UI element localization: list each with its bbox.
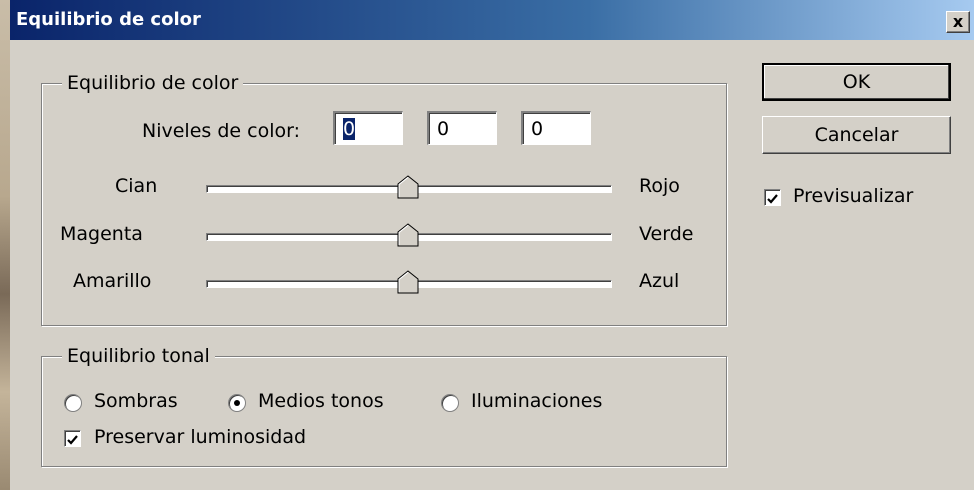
- preserve-luminosity-checkbox[interactable]: [64, 430, 81, 447]
- preserve-luminosity-label[interactable]: Preservar luminosidad: [94, 426, 306, 448]
- color-balance-legend: Equilibrio de color: [62, 72, 244, 94]
- radio-label-midtones[interactable]: Medios tonos: [258, 390, 384, 412]
- checkmark-icon: [67, 435, 78, 445]
- slider-label-cyan: Cian: [115, 175, 158, 197]
- radio-selected-dot: [234, 400, 240, 406]
- radio-label-shadows[interactable]: Sombras: [94, 390, 178, 412]
- slider-label-green: Verde: [639, 223, 694, 245]
- slider-label-blue: Azul: [639, 270, 680, 292]
- radio-shadows[interactable]: [64, 394, 82, 412]
- radio-midtones[interactable]: [228, 394, 246, 412]
- yellow-blue-thumb[interactable]: [397, 270, 419, 294]
- color-levels-label: Niveles de color:: [142, 120, 300, 142]
- tonal-balance-legend: Equilibrio tonal: [62, 345, 215, 367]
- background-photo-edge: [0, 0, 10, 490]
- slider-label-magenta: Magenta: [60, 223, 143, 245]
- ok-button[interactable]: OK: [762, 63, 951, 101]
- checkmark-icon: [767, 194, 778, 204]
- color-balance-dialog: Equilibrio de color x Equilibrio de colo…: [10, 0, 974, 490]
- level-input-cyan-red[interactable]: 0: [333, 111, 403, 145]
- dialog-title: Equilibrio de color: [16, 9, 201, 30]
- cancel-button[interactable]: Cancelar: [762, 116, 951, 154]
- preview-checkbox[interactable]: [764, 189, 781, 206]
- close-icon: x: [952, 12, 964, 31]
- cyan-red-thumb[interactable]: [397, 175, 419, 199]
- slider-label-yellow: Amarillo: [73, 270, 152, 292]
- magenta-green-thumb[interactable]: [397, 223, 419, 247]
- close-button[interactable]: x: [946, 11, 970, 33]
- radio-label-highlights[interactable]: Iluminaciones: [471, 390, 602, 412]
- preview-label[interactable]: Previsualizar: [793, 185, 913, 207]
- level-input-magenta-green[interactable]: 0: [427, 111, 497, 145]
- radio-highlights[interactable]: [441, 394, 459, 412]
- level-input-yellow-blue[interactable]: 0: [521, 111, 591, 145]
- slider-label-red: Rojo: [639, 175, 680, 197]
- title-bar[interactable]: Equilibrio de color x: [10, 0, 974, 40]
